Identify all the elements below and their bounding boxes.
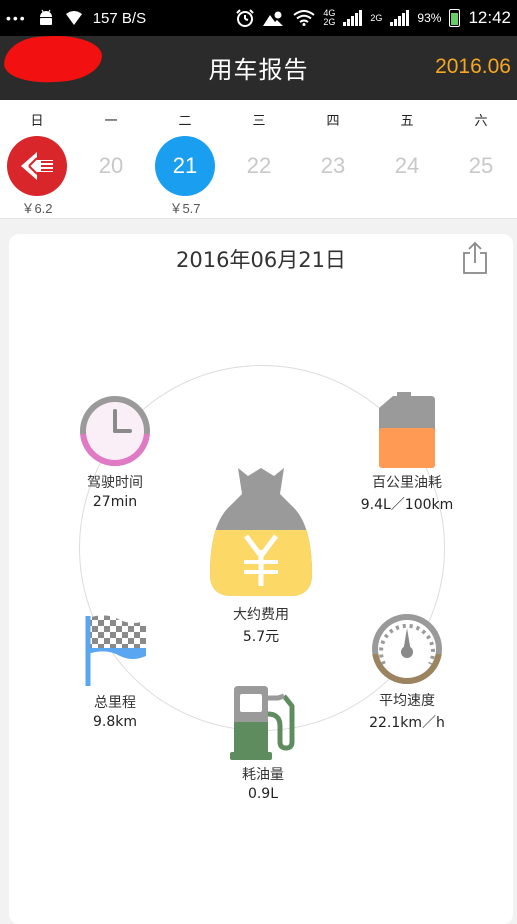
report-date: 2016年06月21日 [176,248,346,272]
day-saturday[interactable]: 六 25 [444,100,517,218]
avg-speed-value: 22.1km／h [369,715,445,731]
drive-time-stat: 驾驶时间 27min [65,394,165,510]
day-number: 20 [98,153,124,178]
battery-percent: 93% [417,11,442,25]
day-of-week: 三 [252,114,266,129]
day-monday[interactable]: 一 20 [74,100,148,218]
fuel-can-icon [379,392,435,468]
alarm-icon [236,9,255,27]
day-friday[interactable]: 五 24 [370,100,444,218]
week-strip: 日 ￥6.2 一 20 二 21 ￥5.7 三 22 四 23 五 24 六 2… [0,100,517,219]
cost-value: 5.7元 [242,629,280,645]
speedometer-icon [372,614,442,684]
signal-2g-label-b: 2G [370,12,383,23]
cost-stat: 大约费用 5.7元 [205,464,317,646]
fuel-used-value: 0.9L [247,786,279,802]
day-number: 25 [468,153,494,178]
fuel-consumption-stat: 百公里油耗 9.4L／100km [347,392,467,514]
month-selector[interactable]: 2016.06 [435,55,511,79]
android-icon [39,9,52,25]
dual-signal: 4G 2G [323,9,335,27]
day-of-week: 一 [104,114,118,129]
drive-time-value: 27min [92,494,138,510]
day-sunday[interactable]: 日 ￥6.2 [0,100,74,218]
fuel-used-stat: 耗油量 0.9L [213,684,313,802]
wifi-icon [293,10,316,26]
mileage-stat: 总里程 9.8km [65,614,165,730]
day-tuesday[interactable]: 二 21 ￥5.7 [148,100,222,218]
checkered-flag-icon [85,615,146,686]
share-icon[interactable] [461,241,489,275]
day-cost: ￥6.2 [21,201,53,216]
fuel-consumption-label: 百公里油耗 [372,475,442,491]
day-number: 24 [394,153,420,178]
report-card: 2016年06月21日 驾驶时间 27min 百公里油耗 9.4L／100km [9,234,513,924]
wifi-filled-icon [65,11,82,25]
gas-pump-icon [230,686,295,760]
fuel-consumption-value: 9.4L／100km [360,497,454,513]
day-of-week: 日 [30,114,44,129]
day-wednesday[interactable]: 三 22 [222,100,296,218]
mileage-label: 总里程 [94,695,136,711]
weather-icon [263,11,284,26]
money-bag-icon [210,468,312,596]
cost-label: 大约费用 [233,607,289,623]
day-number: 22 [246,153,272,178]
signal-bars-2-icon [390,10,410,26]
signal-2g-label: 2G [323,17,336,27]
status-bar: ••• 157 B/S 4G 2G 2G 93% 12:42 [0,0,517,36]
more-dots-icon: ••• [6,10,27,26]
brand-logo-icon [7,136,67,196]
signal-bars-icon [343,10,363,26]
network-speed: 157 B/S [92,9,147,27]
avg-speed-stat: 平均速度 22.1km／h [349,612,465,732]
fuel-used-label: 耗油量 [242,767,284,783]
mileage-value: 9.8km [92,714,137,730]
day-of-week: 六 [474,114,488,129]
day-of-week: 四 [326,114,340,129]
drive-time-label: 驾驶时间 [87,475,143,491]
clock: 12:42 [468,8,511,27]
day-number: 23 [320,153,346,178]
clock-icon [80,396,150,466]
day-of-week: 五 [400,114,414,129]
day-thursday[interactable]: 四 23 [296,100,370,218]
avg-speed-label: 平均速度 [379,693,435,709]
selected-day-number: 21 [155,136,215,196]
day-cost: ￥5.7 [169,201,201,216]
battery-icon [449,9,461,27]
day-of-week: 二 [178,114,192,129]
